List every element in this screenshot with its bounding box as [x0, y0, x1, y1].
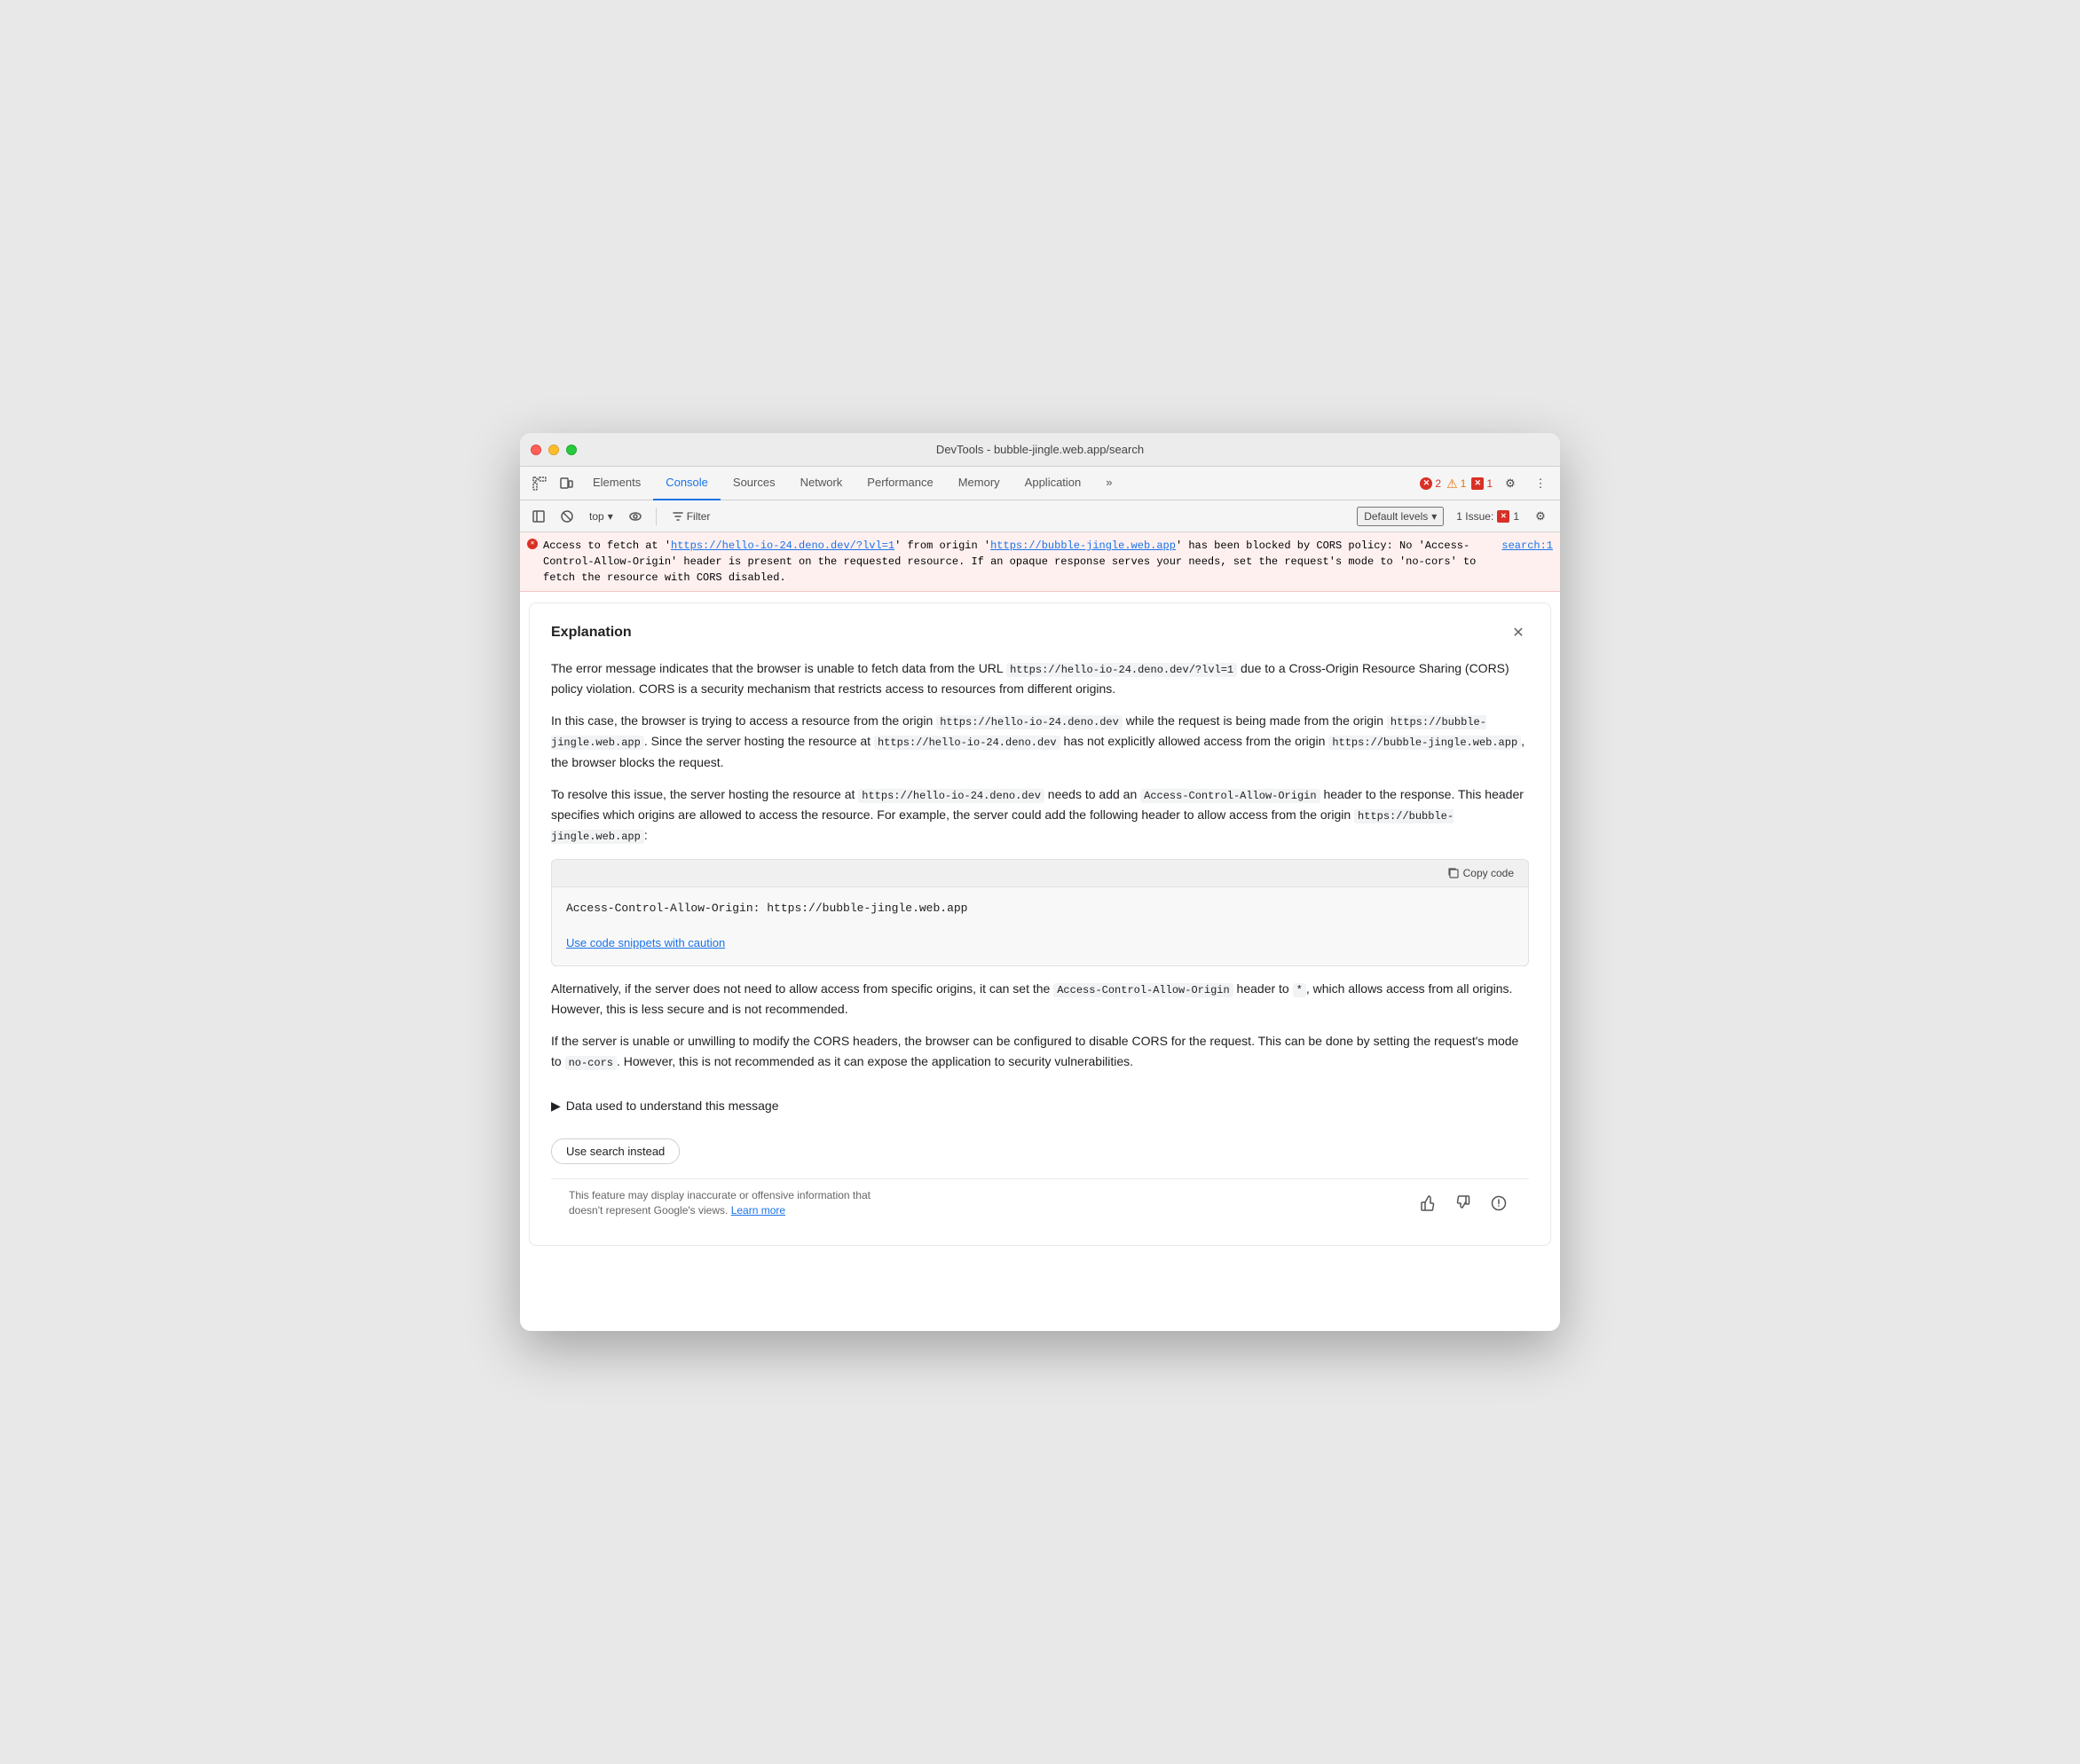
- tab-bar: Elements Console Sources Network Perform…: [580, 467, 1418, 500]
- error-url1-link[interactable]: https://hello-io-24.deno.dev/?lvl=1: [671, 539, 894, 552]
- more-options-icon[interactable]: ⋮: [1528, 471, 1553, 496]
- device-toolbar-icon[interactable]: [554, 471, 579, 496]
- maximize-button[interactable]: [566, 445, 577, 455]
- error-url2-link[interactable]: https://bubble-jingle.web.app: [990, 539, 1176, 552]
- tab-elements[interactable]: Elements: [580, 467, 653, 500]
- tab-network[interactable]: Network: [788, 467, 855, 500]
- issue-badge: ✕ 1: [1471, 477, 1493, 490]
- main-toolbar: Elements Console Sources Network Perform…: [520, 467, 1560, 500]
- console-main: ✕ Access to fetch at 'https://hello-io-2…: [520, 532, 1560, 1331]
- inline-code-acao: Access-Control-Allow-Origin: [1053, 983, 1233, 997]
- error-message-text: Access to fetch at 'https://hello-io-24.…: [543, 538, 1494, 586]
- inline-code-nocors: no-cors: [565, 1056, 617, 1070]
- window-title: DevTools - bubble-jingle.web.app/search: [936, 443, 1144, 456]
- tab-more[interactable]: »: [1093, 467, 1124, 500]
- thumbs-up-button[interactable]: [1415, 1191, 1440, 1216]
- minimize-button[interactable]: [548, 445, 559, 455]
- explanation-header: Explanation ✕: [551, 621, 1529, 644]
- close-button[interactable]: [531, 445, 541, 455]
- tab-sources[interactable]: Sources: [721, 467, 788, 500]
- data-used-arrow: ▶: [551, 1099, 561, 1114]
- row-error-icon: ✕: [527, 539, 538, 549]
- inline-code-server: https://hello-io-24.deno.dev: [874, 736, 1060, 750]
- inline-code-resolve-server: https://hello-io-24.deno.dev: [858, 789, 1044, 803]
- top-context-selector[interactable]: top ▾: [584, 506, 618, 527]
- console-settings-icon[interactable]: ⚙: [1528, 504, 1553, 529]
- footer-disclaimer: This feature may display inaccurate or o…: [569, 1188, 906, 1218]
- data-used-section: ▶ Data used to understand this message: [551, 1086, 1529, 1114]
- thumbs-down-button[interactable]: [1451, 1191, 1476, 1216]
- filter-button[interactable]: Filter: [666, 508, 718, 524]
- explanation-para2: In this case, the browser is trying to a…: [551, 711, 1529, 772]
- explanation-card: Explanation ✕ The error message indicate…: [529, 602, 1551, 1246]
- toolbar-divider: [656, 508, 657, 525]
- copy-code-button[interactable]: Copy code: [1442, 865, 1519, 881]
- tab-memory[interactable]: Memory: [946, 467, 1012, 500]
- warning-icon: ⚠: [1446, 477, 1458, 490]
- report-button[interactable]: [1486, 1191, 1511, 1216]
- inline-code-origin1: https://hello-io-24.deno.dev: [936, 715, 1123, 729]
- warning-badge: ⚠ 1: [1446, 477, 1466, 490]
- sidebar-toggle-icon[interactable]: [527, 506, 550, 527]
- secondary-toolbar: top ▾ Filter Default levels ▾ 1 Issue: ✕…: [520, 500, 1560, 532]
- error-row: ✕ Access to fetch at 'https://hello-io-2…: [520, 532, 1560, 592]
- data-used-toggle-button[interactable]: ▶ Data used to understand this message: [551, 1099, 778, 1114]
- explanation-para3: To resolve this issue, the server hostin…: [551, 784, 1529, 847]
- issue-icon: ✕: [1471, 477, 1484, 490]
- inline-code-url: https://hello-io-24.deno.dev/?lvl=1: [1006, 663, 1237, 677]
- eye-icon[interactable]: [624, 506, 647, 527]
- tab-performance[interactable]: Performance: [855, 467, 945, 500]
- explanation-footer: This feature may display inaccurate or o…: [551, 1178, 1529, 1227]
- inline-code-origin4: https://bubble-jingle.web.app: [551, 809, 1454, 844]
- error-source-link[interactable]: search:1: [1501, 538, 1553, 554]
- clear-console-icon[interactable]: [555, 506, 579, 527]
- close-explanation-button[interactable]: ✕: [1508, 622, 1529, 643]
- tab-console[interactable]: Console: [653, 467, 721, 500]
- issues-error-icon: ✕: [1497, 510, 1509, 523]
- default-levels-dropdown[interactable]: Default levels ▾: [1357, 507, 1444, 526]
- inline-code-header-name: Access-Control-Allow-Origin: [1140, 789, 1320, 803]
- tab-application[interactable]: Application: [1012, 467, 1094, 500]
- settings-icon[interactable]: ⚙: [1498, 471, 1523, 496]
- devtools-window: DevTools - bubble-jingle.web.app/search …: [520, 433, 1560, 1331]
- footer-actions: [1415, 1191, 1511, 1216]
- learn-more-link[interactable]: Learn more: [731, 1204, 785, 1217]
- explanation-para1: The error message indicates that the bro…: [551, 658, 1529, 699]
- explanation-para4: Alternatively, if the server does not ne…: [551, 979, 1529, 1020]
- use-search-button[interactable]: Use search instead: [551, 1138, 680, 1164]
- traffic-lights: [531, 445, 577, 455]
- inspect-element-icon[interactable]: [527, 471, 552, 496]
- code-block-toolbar: Copy code: [552, 860, 1528, 887]
- explanation-title: Explanation: [551, 621, 632, 644]
- explanation-para5: If the server is unable or unwilling to …: [551, 1031, 1529, 1072]
- code-snippet-content: Access-Control-Allow-Origin: https://bub…: [552, 887, 1528, 930]
- code-block: Copy code Access-Control-Allow-Origin: h…: [551, 859, 1529, 966]
- titlebar: DevTools - bubble-jingle.web.app/search: [520, 433, 1560, 467]
- error-icon: ✕: [1420, 477, 1432, 490]
- issues-count: 1 Issue: ✕ 1: [1456, 510, 1519, 523]
- inline-code-origin3: https://bubble-jingle.web.app: [1328, 736, 1521, 750]
- inline-code-star: *: [1293, 983, 1306, 997]
- error-badge: ✕ 2: [1420, 477, 1441, 490]
- toolbar-right: ✕ 2 ⚠ 1 ✕ 1 ⚙ ⋮: [1420, 471, 1553, 496]
- caution-link[interactable]: Use code snippets with caution: [566, 936, 725, 949]
